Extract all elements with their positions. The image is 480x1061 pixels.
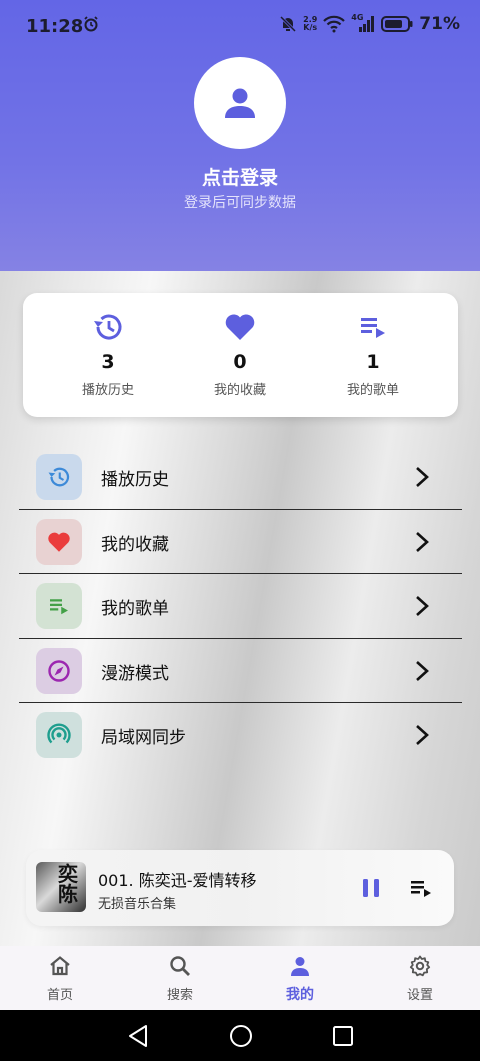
stat-playlists-label: 我的歌单 (346, 383, 399, 398)
chevron-right-icon (416, 467, 429, 487)
menu-icon-bg (36, 712, 82, 758)
menu-item-roaming[interactable]: 漫游模式 (19, 639, 462, 703)
home-circle-icon[interactable] (229, 1024, 253, 1048)
cover-art-text: 奕陈 (58, 862, 78, 906)
stat-favorites[interactable]: 0 我的收藏 (180, 311, 300, 398)
chevron-right-icon (416, 596, 429, 616)
tab-home[interactable]: 首页 (20, 954, 100, 1003)
history-icon (94, 314, 122, 340)
avatar[interactable] (194, 57, 286, 149)
menu-icon-bg (36, 583, 82, 629)
menu-icon-bg (36, 454, 82, 500)
alarm-icon (84, 16, 98, 32)
bottom-tab-bar: 首页 搜索 我的 设置 (0, 946, 480, 1010)
status-bar: 11:28 2.9 K/s 4G 71% (0, 0, 480, 54)
playlist-icon (50, 599, 68, 615)
queue-icon[interactable] (410, 878, 432, 898)
tab-settings[interactable]: 设置 (380, 954, 460, 1003)
cell-signal-icon: 4G (351, 13, 375, 33)
menu-label: 我的歌单 (101, 599, 169, 619)
stat-favorites-count: 0 (233, 351, 247, 373)
mute-bell-icon (280, 15, 297, 33)
menu-item-favorites[interactable]: 我的收藏 (19, 510, 462, 574)
menu-icon-bg (36, 647, 82, 694)
tab-label: 搜索 (166, 988, 193, 1003)
song-album: 无损音乐合集 (98, 897, 177, 912)
tab-label: 我的 (286, 987, 314, 1003)
menu-icon-bg (36, 518, 82, 565)
person-icon (291, 957, 309, 976)
stat-history-count: 3 (101, 351, 115, 373)
back-icon[interactable] (127, 1024, 149, 1048)
menu-item-playlists[interactable]: 我的歌单 (19, 574, 462, 639)
album-cover[interactable]: 奕陈 (36, 862, 86, 912)
login-title[interactable]: 点击登录 (0, 163, 480, 190)
menu-item-history[interactable]: 播放历史 (19, 445, 462, 510)
stat-playlists-count: 1 (366, 351, 380, 373)
battery-percent: 71% (419, 14, 460, 34)
chevron-right-icon (416, 660, 429, 681)
heart-icon (225, 314, 255, 340)
home-icon (50, 956, 70, 976)
song-title: 001. 陈奕迅-爱情转移 (98, 871, 257, 890)
tab-mine[interactable]: 我的 (260, 954, 340, 1004)
stat-history-label: 播放历史 (81, 383, 134, 398)
pause-icon[interactable] (360, 876, 382, 900)
tab-label: 设置 (406, 988, 433, 1003)
login-subtitle: 登录后可同步数据 (184, 195, 296, 211)
wifi-icon (323, 15, 346, 33)
menu-label: 我的收藏 (101, 534, 169, 555)
system-nav-bar (0, 1010, 480, 1061)
history-icon (48, 467, 70, 487)
tab-label: 首页 (46, 988, 73, 1003)
net-speed: 2.9 K/s (303, 15, 318, 32)
stat-favorites-label: 我的收藏 (213, 383, 266, 398)
playlist-icon (361, 318, 385, 338)
menu-label: 播放历史 (101, 470, 169, 490)
heart-icon (48, 532, 70, 552)
battery-icon (381, 16, 413, 32)
stats-card: 3 播放历史 0 我的收藏 1 我的歌单 (23, 293, 458, 417)
gear-icon (409, 955, 431, 977)
compass-icon (48, 659, 70, 682)
search-icon (170, 956, 190, 976)
chevron-right-icon (416, 531, 429, 552)
recents-icon[interactable] (332, 1025, 354, 1047)
stat-playlists[interactable]: 1 我的歌单 (313, 311, 433, 398)
mini-player[interactable]: 奕陈 001. 陈奕迅-爱情转移 无损音乐合集 (26, 850, 454, 926)
chevron-right-icon (416, 725, 429, 745)
menu-list: 播放历史 我的收藏 我的歌单 漫游模式 局域网同步 (19, 445, 462, 768)
status-time: 11:28 (26, 16, 84, 37)
person-icon (225, 88, 255, 118)
menu-label: 漫游模式 (101, 663, 169, 684)
menu-item-lan-sync[interactable]: 局域网同步 (19, 703, 462, 768)
tab-search[interactable]: 搜索 (140, 954, 220, 1003)
stat-history[interactable]: 3 播放历史 (48, 311, 168, 398)
broadcast-icon (47, 723, 71, 744)
menu-label: 局域网同步 (101, 728, 186, 748)
